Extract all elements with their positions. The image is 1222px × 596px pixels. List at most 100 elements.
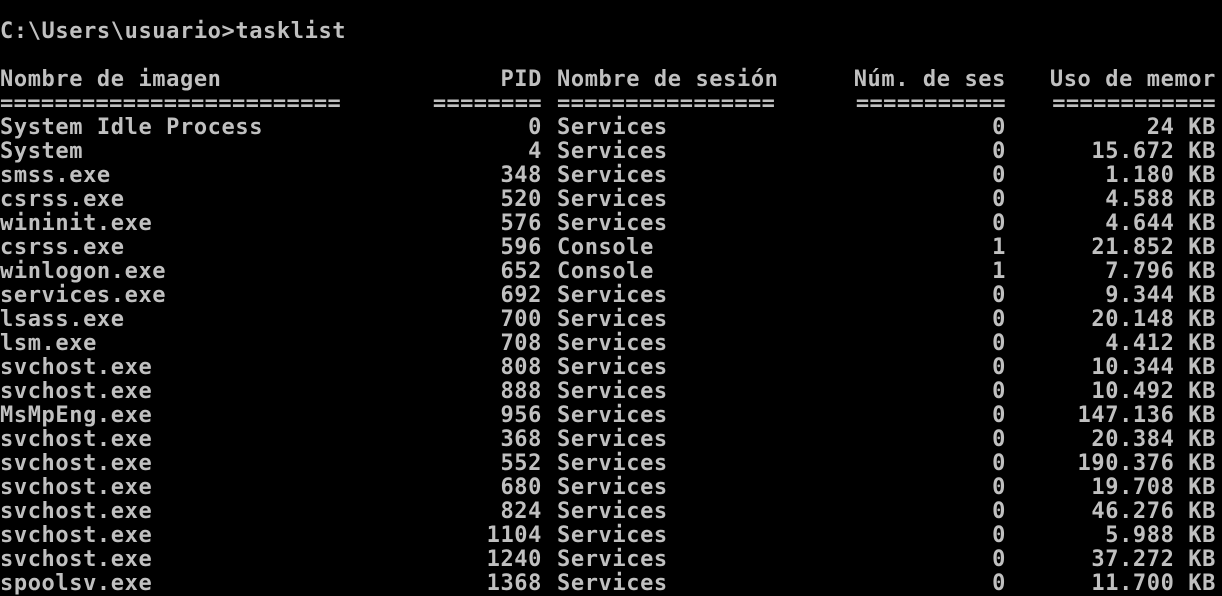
header-session-name: Nombre de sesión [557,67,779,92]
process-pid: 1104 [486,523,542,548]
process-session-name: Services [557,139,668,164]
process-session-number: 0 [992,427,1006,452]
process-pid: 368 [500,427,542,452]
process-image-name: svchost.exe [0,379,153,404]
process-session-name: Services [557,355,668,380]
table-row: MsMpEng.exe 956 Services 0 147.136 KB [0,404,1222,428]
process-session-name: Services [557,451,668,476]
separator-pid: ======== [432,91,542,116]
process-session-name: Services [557,499,668,524]
process-pid: 576 [500,211,542,236]
process-session-number: 0 [992,211,1006,236]
process-session-number: 0 [992,571,1006,596]
process-image-name: lsm.exe [0,331,97,356]
process-pid: 4 [528,139,542,164]
table-row: System Idle Process 0 Services 0 24 KB [0,116,1222,140]
process-session-number: 0 [992,139,1006,164]
process-session-name: Services [557,307,668,332]
process-memory-usage: 7.796 KB [1105,259,1216,284]
process-session-number: 0 [992,283,1006,308]
process-memory-usage: 20.148 KB [1091,307,1216,332]
process-memory-usage: 9.344 KB [1105,283,1216,308]
process-image-name: svchost.exe [0,499,153,524]
table-row: svchost.exe 552 Services 0 190.376 KB [0,452,1222,476]
process-session-name: Services [557,115,668,140]
process-pid: 348 [500,163,542,188]
header-image-name: Nombre de imagen [0,67,222,92]
process-memory-usage: 4.412 KB [1105,331,1216,356]
table-row: wininit.exe 576 Services 0 4.644 KB [0,212,1222,236]
process-memory-usage: 1.180 KB [1105,163,1216,188]
process-pid: 808 [500,355,542,380]
process-session-name: Services [557,211,668,236]
separator-session-number: =========== [855,91,1006,116]
process-image-name: smss.exe [0,163,111,188]
process-image-name: spoolsv.exe [0,571,153,596]
process-session-name: Services [557,379,668,404]
separator-session: ================ [557,91,776,116]
table-row: svchost.exe 824 Services 0 46.276 KB [0,500,1222,524]
process-session-number: 0 [992,115,1006,140]
table-header: Nombre de imagen PID Nombre de sesión Nú… [0,68,1222,116]
process-session-name: Services [557,283,668,308]
table-row: svchost.exe 1104 Services 0 5.988 KB [0,524,1222,548]
process-pid: 1368 [486,571,542,596]
table-row: winlogon.exe 652 Console 1 7.796 KB [0,260,1222,284]
command-prompt-line: C:\Users\usuario>tasklist [0,19,347,44]
process-memory-usage: 147.136 KB [1077,403,1216,428]
process-pid: 552 [500,451,542,476]
header-pid: PID [500,67,542,92]
process-session-name: Services [557,523,668,548]
process-image-name: svchost.exe [0,451,153,476]
process-pid: 680 [500,475,542,500]
separator-memory: ============ [1052,91,1216,116]
process-memory-usage: 24 KB [1146,115,1216,140]
process-pid: 692 [500,283,542,308]
process-pid: 708 [500,331,542,356]
process-session-number: 0 [992,547,1006,572]
process-session-number: 0 [992,331,1006,356]
process-session-number: 0 [992,451,1006,476]
process-pid: 956 [500,403,542,428]
process-memory-usage: 190.376 KB [1077,451,1216,476]
table-row: svchost.exe 1240 Services 0 37.272 KB [0,548,1222,572]
process-session-number: 1 [992,235,1006,260]
process-session-name: Services [557,547,668,572]
process-list: System Idle Process 0 Services 0 24 KB System… [0,116,1222,596]
process-session-name: Services [557,403,668,428]
process-memory-usage: 10.344 KB [1091,355,1216,380]
table-row: services.exe 692 Services 0 9.344 KB [0,284,1222,308]
process-session-name: Services [557,571,668,596]
separator-name: ========================= [0,91,342,116]
process-pid: 824 [500,499,542,524]
process-image-name: MsMpEng.exe [0,403,153,428]
process-memory-usage: 5.988 KB [1105,523,1216,548]
process-memory-usage: 19.708 KB [1091,475,1216,500]
process-image-name: services.exe [0,283,167,308]
process-memory-usage: 4.644 KB [1105,211,1216,236]
process-session-name: Services [557,331,668,356]
table-row: svchost.exe 808 Services 0 10.344 KB [0,356,1222,380]
header-row: Nombre de imagen PID Nombre de sesión Nú… [0,68,1222,92]
process-image-name: System Idle Process [0,115,264,140]
process-pid: 520 [500,187,542,212]
process-image-name: winlogon.exe [0,259,167,284]
process-image-name: svchost.exe [0,523,153,548]
process-memory-usage: 46.276 KB [1091,499,1216,524]
process-session-name: Services [557,427,668,452]
process-pid: 652 [500,259,542,284]
process-memory-usage: 20.384 KB [1091,427,1216,452]
process-session-number: 0 [992,355,1006,380]
process-session-number: 0 [992,379,1006,404]
process-pid: 1240 [486,547,542,572]
process-session-number: 0 [992,523,1006,548]
table-row: csrss.exe 596 Console 1 21.852 KB [0,236,1222,260]
process-session-number: 0 [992,475,1006,500]
console-window[interactable]: C:\Users\usuario>tasklist Nombre de imag… [0,0,1222,596]
process-image-name: svchost.exe [0,547,153,572]
process-session-number: 0 [992,403,1006,428]
process-memory-usage: 4.588 KB [1105,187,1216,212]
process-image-name: wininit.exe [0,211,153,236]
process-image-name: svchost.exe [0,355,153,380]
process-session-number: 0 [992,187,1006,212]
